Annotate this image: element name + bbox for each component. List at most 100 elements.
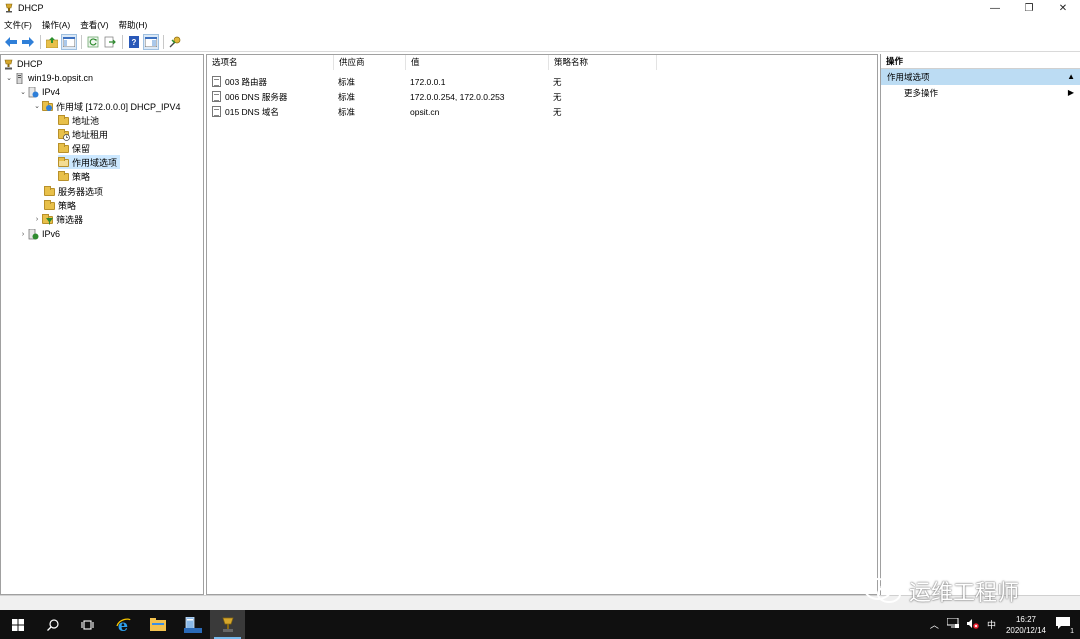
minimize-button[interactable]: — xyxy=(978,0,1012,16)
tree-item-label: 筛选器 xyxy=(56,214,84,225)
tree-item-ipv6[interactable]: › IPv6 xyxy=(18,227,60,241)
file-explorer-button[interactable] xyxy=(140,610,175,639)
tree-item-label: 保留 xyxy=(72,143,91,154)
expand-arrow-icon[interactable]: ⌄ xyxy=(4,74,14,82)
tree-item-scope-options[interactable]: 作用域选项 xyxy=(58,155,121,169)
search-icon xyxy=(46,618,59,631)
actions-pane: 操作 作用域选项 ▲ 更多操作 ▶ xyxy=(880,54,1080,595)
tree-item-server-options[interactable]: 服务器选项 xyxy=(44,184,103,198)
notification-center-icon[interactable]: 1 xyxy=(1056,617,1075,635)
column-header-option-name[interactable]: 选项名 xyxy=(207,55,334,70)
expand-arrow-icon[interactable]: ⌄ xyxy=(32,102,42,110)
expand-arrow-icon[interactable]: › xyxy=(18,231,28,238)
system-tray: ︿ 中 16:27 2020/12/14 1 xyxy=(926,610,1080,639)
collapse-up-icon[interactable]: ▲ xyxy=(1067,69,1075,85)
clock-time: 16:27 xyxy=(1015,614,1036,624)
tray-overflow-icon[interactable]: ︿ xyxy=(930,618,939,631)
up-folder-icon[interactable] xyxy=(44,34,60,50)
table-row[interactable]: 006 DNS 服务器 标准 172.0.0.254, 172.0.0.253 … xyxy=(207,89,657,104)
start-icon xyxy=(11,618,24,631)
properties-icon[interactable] xyxy=(143,34,159,50)
option-vendor: 标准 xyxy=(338,106,356,117)
option-document-icon xyxy=(211,91,222,102)
tree-item-label: IPv4 xyxy=(42,87,61,97)
tree-item-server[interactable]: ⌄ win19-b.opsit.cn xyxy=(4,71,93,85)
option-name: 003 路由器 xyxy=(225,76,268,87)
forward-arrow-icon[interactable] xyxy=(20,34,36,50)
toolbar-separator xyxy=(40,35,41,49)
menu-help[interactable]: 帮助(H) xyxy=(119,19,148,31)
folder-icon xyxy=(58,114,69,126)
table-row[interactable]: 003 路由器 标准 172.0.0.1 无 xyxy=(207,74,657,89)
dhcp-action-icon[interactable] xyxy=(167,34,183,50)
tree-item-policies[interactable]: 策略 xyxy=(44,198,76,212)
taskbar: e ︿ 中 16:27 2020/12/14 1 xyxy=(0,610,1080,639)
option-policy: 无 xyxy=(553,106,562,117)
show-tree-icon[interactable] xyxy=(61,34,77,50)
expand-arrow-icon[interactable]: › xyxy=(32,216,42,223)
tree-item-address-leases[interactable]: 地址租用 xyxy=(58,127,108,141)
clock[interactable]: 16:27 2020/12/14 xyxy=(1006,614,1046,636)
server-icon xyxy=(14,72,25,84)
ie-button[interactable]: e xyxy=(105,610,140,639)
watermark-text: 运维工程师 xyxy=(909,580,1020,605)
toolbar: ? xyxy=(0,33,1080,52)
tree-item-filters[interactable]: › 筛选器 xyxy=(32,212,83,226)
column-header-policy-name[interactable]: 策略名称 xyxy=(549,55,657,70)
table-row[interactable]: 015 DNS 域名 标准 opsit.cn 无 xyxy=(207,104,657,119)
input-language-indicator[interactable]: 中 xyxy=(987,618,996,631)
tree-item-label: 作用域选项 xyxy=(72,157,118,168)
folder-icon xyxy=(58,156,69,168)
column-header-vendor[interactable]: 供应商 xyxy=(334,55,406,70)
tree-item-dhcp[interactable]: DHCP xyxy=(3,57,43,71)
tree-item-label: 服务器选项 xyxy=(58,186,104,197)
column-header-value[interactable]: 值 xyxy=(406,55,549,70)
search-button[interactable] xyxy=(35,610,70,639)
submenu-arrow-icon: ▶ xyxy=(1067,88,1074,97)
expand-arrow-icon[interactable]: ⌄ xyxy=(18,88,28,96)
refresh-icon[interactable] xyxy=(85,34,101,50)
export-icon[interactable] xyxy=(102,34,118,50)
menu-action[interactable]: 操作(A) xyxy=(42,19,70,31)
back-arrow-icon[interactable] xyxy=(3,34,19,50)
tree-item-address-pool[interactable]: 地址池 xyxy=(58,113,99,127)
tree-item-label: 地址池 xyxy=(72,115,100,126)
dhcp-taskbar-button[interactable] xyxy=(210,610,245,639)
restore-button[interactable]: ❐ xyxy=(1012,0,1046,16)
close-button[interactable]: ✕ xyxy=(1046,0,1080,16)
server-manager-button[interactable] xyxy=(175,610,210,639)
actions-header: 操作 xyxy=(881,54,1080,69)
menu-file[interactable]: 文件(F) xyxy=(4,19,32,31)
actions-section-label: 作用域选项 xyxy=(887,72,930,82)
option-document-icon xyxy=(211,76,222,87)
tree-item-label: 作用域 [172.0.0.0] DHCP_IPV4 xyxy=(56,101,181,112)
option-name: 015 DNS 域名 xyxy=(225,106,279,117)
ie-icon: e xyxy=(115,617,131,633)
folder-icon xyxy=(44,185,55,197)
wechat-icon xyxy=(864,578,901,603)
actions-section-scope-options[interactable]: 作用域选项 ▲ xyxy=(881,69,1080,85)
folder-icon xyxy=(58,142,69,154)
option-value: 172.0.0.254, 172.0.0.253 xyxy=(410,91,505,102)
option-policy: 无 xyxy=(553,76,562,87)
menu-view[interactable]: 查看(V) xyxy=(80,19,108,31)
tree-item-scope-policies[interactable]: 策略 xyxy=(58,169,90,183)
toolbar-separator xyxy=(122,35,123,49)
menu-bar: 文件(F) 操作(A) 查看(V) 帮助(H) xyxy=(0,16,1080,33)
task-view-button[interactable] xyxy=(70,610,105,639)
tree-item-label: win19-b.opsit.cn xyxy=(28,73,94,83)
option-vendor: 标准 xyxy=(338,91,356,102)
tree-item-ipv4[interactable]: ⌄ IPv4 xyxy=(18,85,60,99)
start-button[interactable] xyxy=(0,610,35,639)
option-document-icon xyxy=(211,106,222,117)
more-actions-item[interactable]: 更多操作 ▶ xyxy=(881,85,1080,101)
help-icon[interactable]: ? xyxy=(126,34,142,50)
console-tree: DHCP ⌄ win19-b.opsit.cn ⌄ IPv4 ⌄ 作用域 [17… xyxy=(0,54,204,595)
lease-icon xyxy=(58,128,70,141)
task-view-icon xyxy=(81,619,94,630)
tree-item-reservations[interactable]: 保留 xyxy=(58,141,90,155)
option-value: opsit.cn xyxy=(410,106,440,117)
tree-item-scope[interactable]: ⌄ 作用域 [172.0.0.0] DHCP_IPV4 xyxy=(32,99,181,113)
volume-muted-icon[interactable] xyxy=(966,618,979,631)
network-icon[interactable] xyxy=(946,617,959,631)
